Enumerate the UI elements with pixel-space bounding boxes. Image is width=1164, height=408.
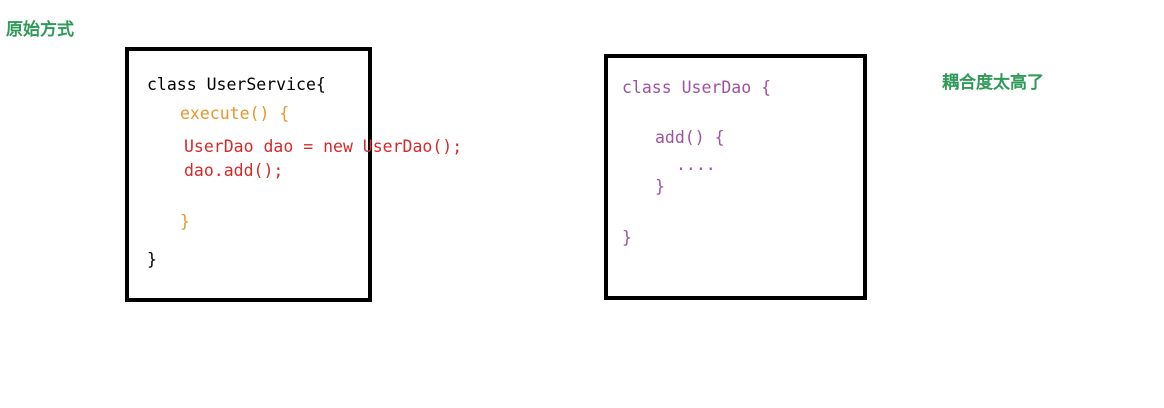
user-dao-class-close: } — [622, 228, 632, 247]
add-method-close: } — [655, 177, 665, 196]
original-approach-label: 原始方式 — [6, 20, 74, 40]
coupling-too-high-label: 耦合度太高了 — [942, 73, 1044, 93]
execute-method-close: } — [180, 212, 190, 231]
user-service-class-close: } — [147, 250, 157, 269]
diagram-canvas: { "colors": { "label_green": "#2e9a57", … — [0, 0, 1164, 408]
add-method-decl: add() { — [655, 128, 725, 147]
user-dao-class-decl: class UserDao { — [622, 78, 772, 97]
execute-method-decl: execute() { — [180, 104, 290, 123]
user-service-class-decl: class UserService{ — [147, 75, 326, 94]
dao-add-call-line: dao.add(); — [184, 161, 284, 180]
add-method-body: .... — [676, 155, 716, 174]
new-user-dao-line: UserDao dao = new UserDao(); — [184, 137, 463, 156]
